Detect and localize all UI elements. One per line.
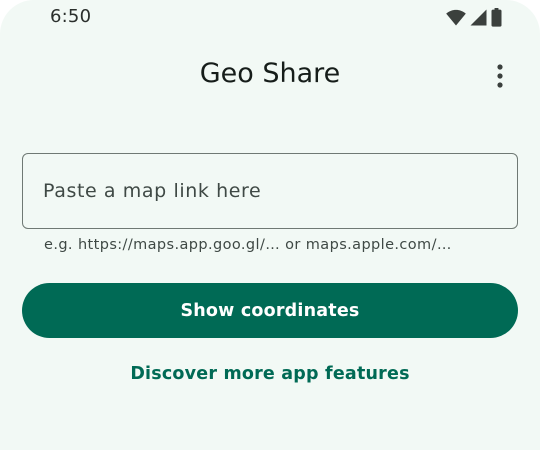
show-coordinates-button[interactable]: Show coordinates	[22, 283, 518, 338]
map-link-input[interactable]	[23, 154, 517, 228]
status-icons	[446, 7, 502, 27]
map-link-field[interactable]	[22, 153, 518, 229]
wifi-icon	[446, 9, 466, 26]
input-helper-text: e.g. https://maps.app.goo.gl/… or maps.a…	[44, 237, 452, 253]
app-screen: 6:50 Geo Share Paste a map link here e.g…	[0, 0, 540, 450]
cellular-signal-icon	[470, 9, 487, 26]
battery-icon	[491, 7, 502, 27]
discover-features-link[interactable]: Discover more app features	[0, 364, 540, 384]
overflow-menu-button[interactable]	[488, 58, 512, 98]
page-title: Geo Share	[199, 58, 341, 89]
more-vert-icon	[497, 64, 503, 92]
status-time: 6:50	[50, 6, 92, 27]
status-bar: 6:50	[0, 0, 540, 36]
app-bar: Geo Share	[0, 48, 540, 106]
discover-features-label: Discover more app features	[130, 364, 410, 384]
